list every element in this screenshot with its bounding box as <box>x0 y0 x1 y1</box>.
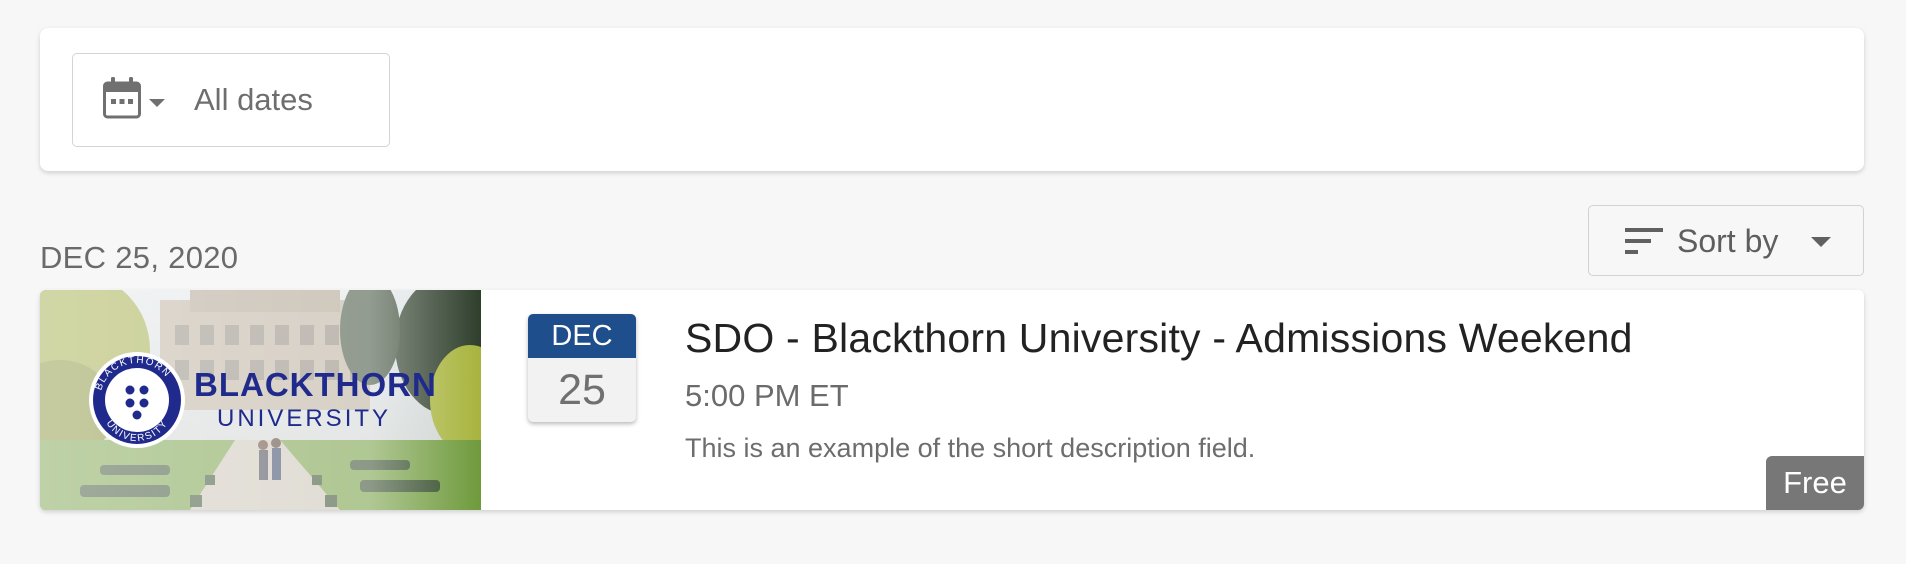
svg-text:BLACKTHORN: BLACKTHORN <box>194 366 437 403</box>
price-badge: Free <box>1766 456 1864 510</box>
caret-down-icon <box>1811 237 1831 247</box>
badge-month: DEC <box>528 314 636 358</box>
event-description: This is an example of the short descript… <box>685 433 1256 463</box>
event-banner-image: BLACKTHORN UNIVERSITY BLACKTHORN UNIVERS… <box>40 290 481 510</box>
event-card[interactable]: BLACKTHORN UNIVERSITY BLACKTHORN UNIVERS… <box>40 290 1864 510</box>
date-filter-dropdown[interactable]: All dates <box>72 53 390 147</box>
sort-lines-icon <box>1625 228 1663 254</box>
group-date-heading: DEC 25, 2020 <box>40 240 239 275</box>
sort-label: Sort by <box>1677 223 1779 259</box>
caret-down-icon <box>149 99 165 107</box>
event-title[interactable]: SDO - Blackthorn University - Admissions… <box>685 312 1633 364</box>
calendar-icon <box>103 77 141 119</box>
date-filter-label: All dates <box>194 82 313 117</box>
badge-day: 25 <box>558 366 606 414</box>
sort-button[interactable]: Sort by <box>1588 205 1864 276</box>
filter-panel: All dates <box>40 28 1864 171</box>
event-date-badge: DEC 25 <box>528 314 636 422</box>
event-time: 5:00 PM ET <box>685 378 849 413</box>
svg-text:UNIVERSITY: UNIVERSITY <box>217 405 391 432</box>
